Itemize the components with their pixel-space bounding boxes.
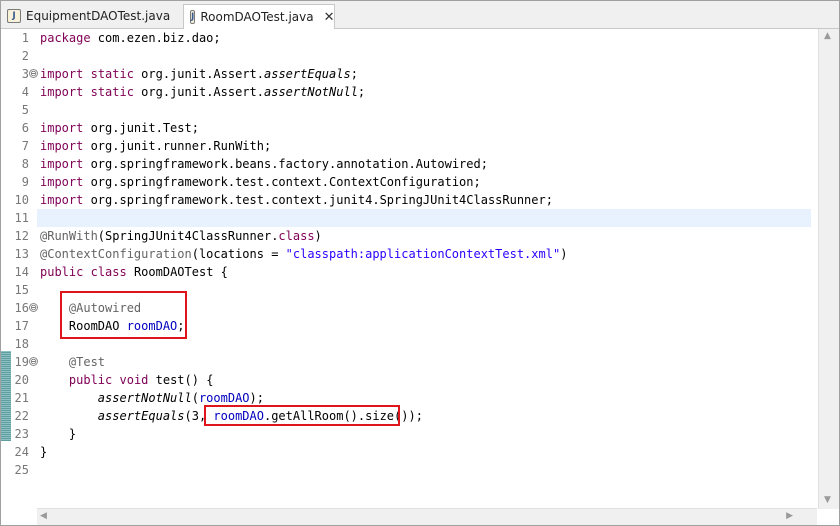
code-line: public class RoomDAOTest {: [40, 265, 228, 279]
code-line: import org.springframework.test.context.…: [40, 175, 481, 189]
line-number: 10: [14, 193, 29, 207]
line-number: 20: [14, 373, 29, 387]
code-line: import static org.junit.Assert.assertEqu…: [40, 67, 358, 81]
code-line: public void test() {: [68, 373, 214, 387]
vertical-scrollbar[interactable]: ▲ ▼: [818, 29, 839, 509]
line-number: 8: [21, 157, 29, 171]
line-number: 18: [14, 337, 29, 351]
line-number: 3: [21, 67, 29, 81]
highlight-box-autowired: [60, 291, 187, 339]
editor-tab-bar: J EquipmentDAOTest.java J RoomDAOTest.ja…: [1, 1, 839, 29]
line-number: 12: [14, 229, 29, 243]
line-number: 15: [14, 283, 29, 297]
java-file-icon: J: [7, 9, 21, 23]
tab-label: RoomDAOTest.java: [200, 10, 314, 24]
code-line: package com.ezen.biz.dao;: [40, 31, 221, 45]
code-line: @ContextConfiguration(locations = "class…: [40, 247, 568, 261]
line-number: 16: [14, 301, 29, 315]
line-number: 24: [14, 445, 29, 459]
line-number: 9: [21, 175, 29, 189]
tab-equipmentdaotest[interactable]: J EquipmentDAOTest.java: [1, 4, 173, 28]
code-line: assertNotNull(roomDAO);: [97, 391, 264, 405]
line-number: 21: [14, 391, 29, 405]
scroll-right-arrow-icon[interactable]: ▶: [786, 511, 793, 521]
line-number: 6: [21, 121, 29, 135]
line-number: 4: [21, 85, 29, 99]
current-line-highlight: [37, 209, 811, 227]
line-number: 19: [14, 355, 29, 369]
line-number: 14: [14, 265, 29, 279]
close-icon[interactable]: ✕: [324, 10, 335, 25]
tab-roomdaotest[interactable]: J RoomDAOTest.java ✕: [183, 4, 335, 29]
code-line: import org.junit.runner.RunWith;: [40, 139, 272, 153]
line-number: 7: [21, 139, 29, 153]
highlight-box-getallroom: [204, 405, 400, 426]
line-number: 23: [14, 427, 29, 441]
code-line: import org.junit.Test;: [40, 121, 199, 135]
scroll-down-arrow-icon[interactable]: ▼: [824, 495, 831, 505]
line-number: 5: [21, 103, 29, 117]
code-line: import static org.junit.Assert.assertNot…: [40, 85, 366, 99]
code-line: }: [68, 427, 77, 441]
editor-window: J EquipmentDAOTest.java J RoomDAOTest.ja…: [0, 0, 840, 526]
code-line: @RunWith(SpringJUnit4ClassRunner.class): [40, 229, 322, 243]
line-number: 1: [21, 31, 29, 45]
code-line: }: [40, 445, 48, 459]
code-editor[interactable]: 1 2 3 4 5 6 7 8 9 10 11 12 13 14 15 16 1…: [1, 29, 839, 509]
code-line: import org.springframework.beans.factory…: [40, 157, 488, 171]
java-file-icon: J: [190, 10, 196, 24]
scroll-up-arrow-icon[interactable]: ▲: [824, 31, 831, 41]
line-number: 2: [21, 49, 29, 63]
code-line: import org.springframework.test.context.…: [40, 193, 553, 207]
tab-label: EquipmentDAOTest.java: [26, 9, 171, 23]
line-number: 13: [14, 247, 29, 261]
code-line: @Test: [68, 355, 106, 369]
line-number-gutter: 1 2 3 4 5 6 7 8 9 10 11 12 13 14 15 16 1…: [9, 29, 38, 509]
horizontal-scrollbar[interactable]: ◀ ▶: [37, 508, 817, 525]
line-number: 22: [14, 409, 29, 423]
line-number: 17: [14, 319, 29, 333]
line-number: 11: [14, 211, 29, 225]
line-number: 25: [14, 463, 29, 477]
code-line: assertEquals(3, roomDAO.getAllRoom().siz…: [97, 409, 423, 423]
scroll-left-arrow-icon[interactable]: ◀: [40, 511, 47, 521]
code-area[interactable]: package com.ezen.biz.dao; import static …: [37, 29, 811, 509]
